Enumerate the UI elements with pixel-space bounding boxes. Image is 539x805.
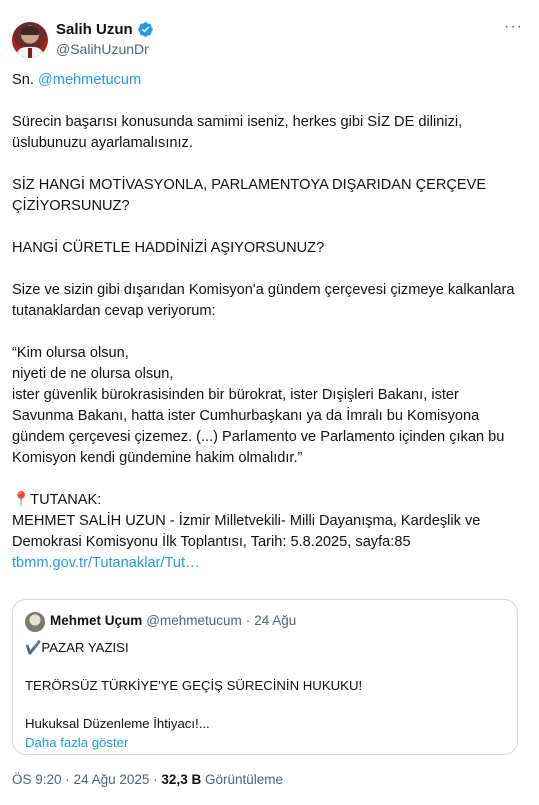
tweet-paragraph-3: HANGİ CÜRETLE HADDİNİZİ AŞIYORSUNUZ?: [12, 240, 325, 256]
author-avatar[interactable]: [12, 22, 48, 58]
show-more-link[interactable]: Daha fazla göster: [25, 733, 505, 752]
tweet-text: Sn. @mehmetucum Sürecin başarısı konusun…: [12, 70, 524, 574]
quoted-author-handle[interactable]: @mehmetucum: [146, 613, 241, 628]
quoted-tweet-card[interactable]: Mehmet Uçum @mehmetucum · 24 Ağu ✔️PAZAR…: [12, 599, 518, 755]
tweet-paragraph-2: SİZ HANGİ MOTİVASYONLA, PARLAMENTOYA DIŞ…: [12, 177, 487, 214]
quoted-line-2: TERÖRSÜZ TÜRKİYE'YE GEÇİŞ SÜRECİNİN HUKU…: [25, 678, 363, 693]
more-options-icon[interactable]: ···: [504, 18, 523, 36]
quoted-author-avatar[interactable]: [25, 612, 45, 632]
quoted-line-1: ✔️PAZAR YAZISI: [25, 640, 129, 655]
mention-link[interactable]: @mehmetucum: [38, 72, 141, 88]
verified-badge-icon: [137, 22, 153, 37]
quoted-line-3: Hukuksal Düzenleme İhtiyacı!...: [25, 716, 210, 731]
views-count: 32,3 B: [161, 772, 202, 787]
tweet-date[interactable]: 24 Ağu 2025: [74, 772, 150, 787]
views-label: Görüntüleme: [204, 772, 284, 787]
quoted-tweet-text: ✔️PAZAR YAZISI TERÖRSÜZ TÜRKİYE'YE GEÇİŞ…: [25, 638, 505, 752]
quote-line-1: “Kim olursa olsun,: [12, 345, 129, 361]
tutanak-heading: 📍TUTANAK:: [12, 492, 102, 508]
tweet-paragraph-4: Size ve sizin gibi dışarıdan Komisyon'a …: [12, 282, 515, 319]
salutation: Sn. @mehmetucum: [12, 72, 142, 88]
author-name-row: Salih Uzun: [56, 21, 154, 38]
author-display-name[interactable]: Salih Uzun: [56, 21, 133, 38]
tweet-header: Salih Uzun @SalihUzunDr ···: [12, 14, 527, 58]
tweet-paragraph-1: Sürecin başarısı konusunda samimi iseniz…: [12, 114, 463, 151]
tweet-time[interactable]: ÖS 9:20: [12, 772, 62, 787]
quote-line-3: ister güvenlik bürokrasisinden bir bürok…: [12, 387, 505, 466]
author-handle[interactable]: @SalihUzunDr: [56, 41, 149, 57]
quoted-date[interactable]: 24 Ağu: [254, 613, 296, 628]
tbmm-link[interactable]: tbmm.gov.tr/Tutanaklar/Tut…: [12, 555, 200, 571]
quote-line-2: niyeti de ne olursa olsun,: [12, 366, 174, 382]
quoted-tweet-header: Mehmet Uçum @mehmetucum · 24 Ağu: [50, 613, 297, 628]
tutanak-body: MEHMET SALİH UZUN - İzmir Milletvekili- …: [12, 513, 481, 550]
quoted-author-name[interactable]: Mehmet Uçum: [50, 613, 142, 628]
pin-icon: 📍: [12, 492, 31, 508]
tweet-meta: ÖS 9:20 · 24 Ağu 2025 · 32,3 B Görüntüle…: [12, 772, 284, 787]
